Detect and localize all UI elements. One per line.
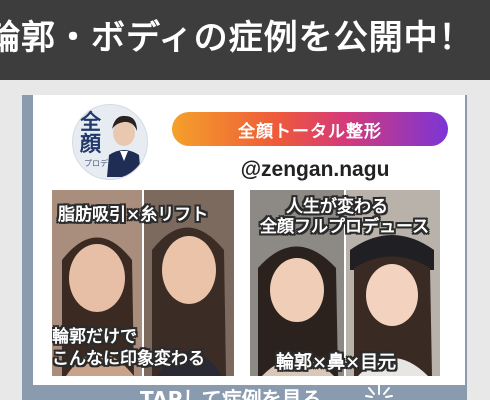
case-1-bottom-caption: 輪郭だけで こんなに印象変わる [52,326,205,370]
profile-avatar[interactable]: 全顔 プロデュース [72,104,148,180]
instagram-handle[interactable]: @zengan.nagu [195,158,435,182]
page-title: 輪郭・ボディの症例を公開中！ [0,18,474,58]
case-2-top-caption-line-2: 全顔フルプロデュース [260,217,430,237]
case-1-top-caption: 脂肪吸引×糸リフト [58,205,209,225]
case-photo-2[interactable]: 人生が変わる 全顔フルプロデュース 輪郭×鼻×目元 [250,190,440,376]
case-1-bottom-caption-line-2: こんなに印象変わる [52,349,205,369]
logo-text: 全顔 [80,109,101,156]
total-surgery-badge[interactable]: 全顔トータル整形 [172,112,448,146]
cta-text[interactable]: TAPして症例を見る [140,384,322,400]
case-2-bottom-caption: 輪郭×鼻×目元 [276,352,397,373]
page-header: 輪郭・ボディの症例を公開中！ [0,0,490,80]
case-1-bottom-caption-line-1: 輪郭だけで [52,327,137,347]
case-photo-1[interactable]: 脂肪吸引×糸リフト 輪郭だけで こんなに印象変わる [52,190,234,376]
sparkle-icon [365,383,393,398]
doctor-portrait-icon [107,115,141,177]
